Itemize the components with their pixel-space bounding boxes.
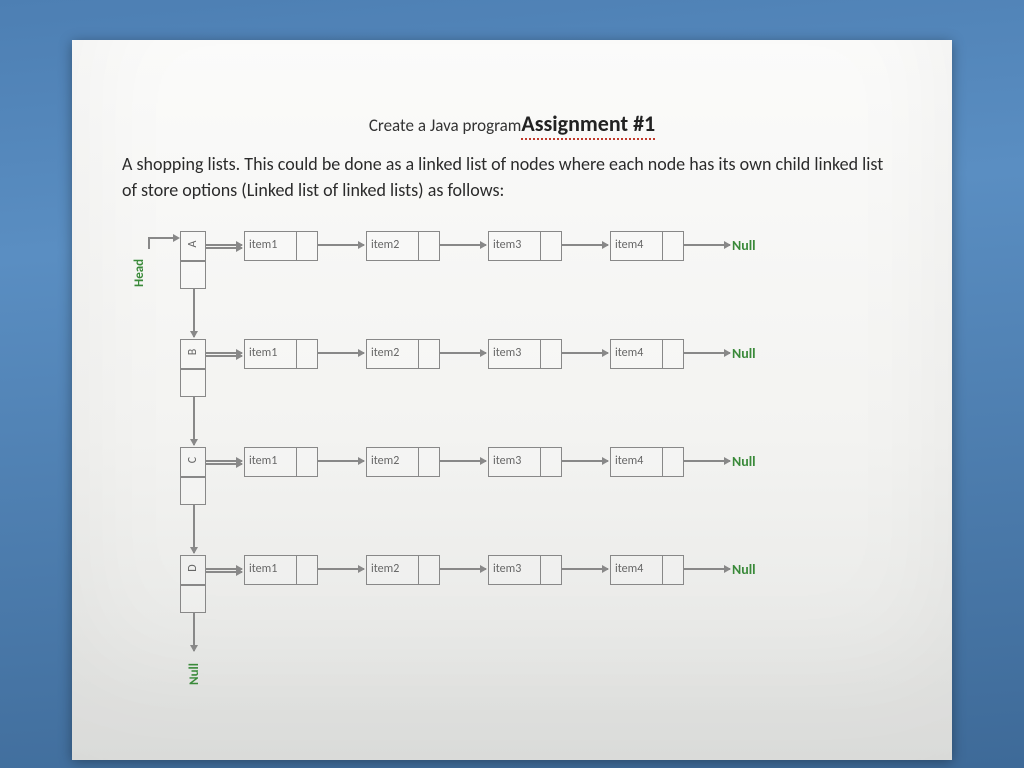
pointer-arrow: [206, 352, 242, 354]
photo-background: Create a Java programAssignment #1 A sho…: [0, 0, 1024, 768]
null-terminator: Null: [732, 237, 756, 254]
store-node: A: [180, 231, 206, 289]
pointer-arrow: [193, 505, 195, 553]
item-node-label: item4: [615, 454, 643, 468]
item-node: item2: [366, 339, 440, 369]
pointer-arrow: [318, 568, 364, 570]
item-node: item3: [488, 231, 562, 261]
item-node-label: item3: [493, 454, 521, 468]
item-node: item1: [244, 447, 318, 477]
pointer-arrow: [206, 568, 242, 570]
store-node: D: [180, 555, 206, 613]
item-node-label: item1: [249, 238, 277, 252]
item-node-label: item1: [249, 454, 277, 468]
item-node-label: item2: [371, 346, 399, 360]
pointer-arrow: [318, 244, 364, 246]
item-node-label: item2: [371, 562, 399, 576]
store-node-label: A: [186, 232, 200, 256]
null-terminator-vertical: Null: [187, 663, 202, 685]
item-node: item4: [610, 231, 684, 261]
store-node: C: [180, 447, 206, 505]
store-node-label: B: [186, 340, 200, 364]
item-node-label: item3: [493, 562, 521, 576]
pointer-arrow: [318, 460, 364, 462]
item-node-label: item4: [615, 238, 643, 252]
pointer-arrow: [684, 460, 730, 462]
title-line: Create a Java programAssignment #1: [122, 110, 902, 137]
pointer-arrow: [684, 244, 730, 246]
item-node-label: item1: [249, 562, 277, 576]
null-terminator: Null: [732, 345, 756, 362]
item-node: item4: [610, 555, 684, 585]
item-node: item2: [366, 555, 440, 585]
item-node: item4: [610, 447, 684, 477]
store-node: B: [180, 339, 206, 397]
head-label: Head: [132, 259, 147, 287]
title-main: Assignment #1: [521, 110, 655, 140]
item-node: item4: [610, 339, 684, 369]
null-terminator: Null: [732, 561, 756, 578]
item-node-label: item3: [493, 346, 521, 360]
pointer-arrow: [440, 352, 486, 354]
pointer-arrow: [562, 568, 608, 570]
null-terminator: Null: [732, 453, 756, 470]
pointer-arrow: [440, 244, 486, 246]
item-node-label: item2: [371, 238, 399, 252]
item-node: item3: [488, 555, 562, 585]
pointer-arrow: [440, 568, 486, 570]
pointer-arrow: [193, 613, 195, 651]
store-node-label: C: [186, 448, 200, 472]
pointer-arrow: [562, 460, 608, 462]
pointer-arrow: [206, 460, 242, 462]
item-node: item2: [366, 447, 440, 477]
pointer-arrow: [318, 352, 364, 354]
item-node-label: item2: [371, 454, 399, 468]
pointer-arrow: [684, 568, 730, 570]
description-text: A shopping lists. This could be done as …: [122, 151, 902, 203]
pointer-arrow: [206, 244, 242, 246]
item-node: item3: [488, 339, 562, 369]
title-prefix: Create a Java program: [369, 115, 522, 136]
pointer-arrow: [193, 289, 195, 337]
item-node-label: item4: [615, 562, 643, 576]
item-node: item2: [366, 231, 440, 261]
pointer-arrow: [193, 397, 195, 445]
store-node-label: D: [186, 556, 200, 580]
linked-list-diagram: Head Aitem1 item2 item3 item4 Null Bitem1 item…: [122, 231, 902, 711]
item-node-label: item3: [493, 238, 521, 252]
item-node-label: item1: [249, 346, 277, 360]
item-node: item1: [244, 339, 318, 369]
pointer-arrow: [562, 244, 608, 246]
item-node-label: item4: [615, 346, 643, 360]
item-node: item1: [244, 555, 318, 585]
document-page: Create a Java programAssignment #1 A sho…: [72, 40, 952, 760]
pointer-arrow: [440, 460, 486, 462]
item-node: item1: [244, 231, 318, 261]
item-node: item3: [488, 447, 562, 477]
pointer-arrow: [562, 352, 608, 354]
pointer-arrow: [684, 352, 730, 354]
